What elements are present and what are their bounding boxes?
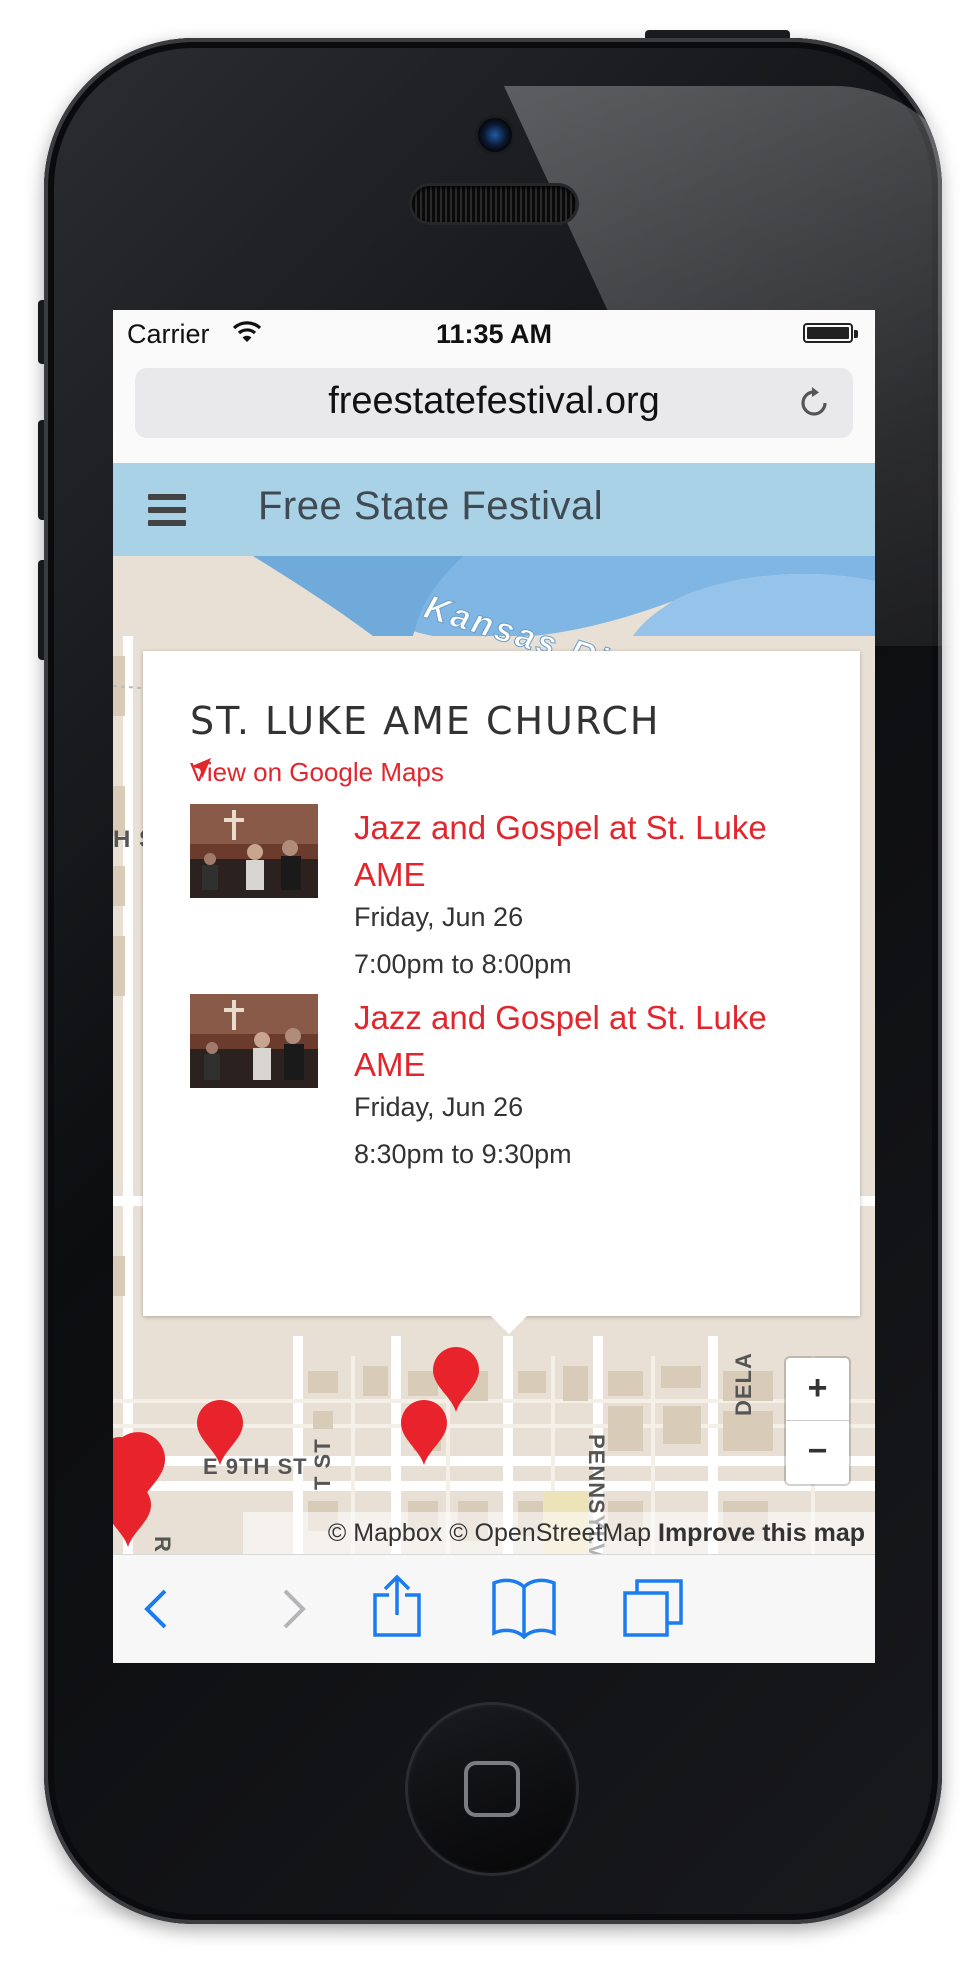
earpiece-speaker bbox=[412, 186, 576, 222]
event-date: Friday, Jun 26 bbox=[354, 1092, 524, 1122]
zoom-out-button[interactable]: − bbox=[786, 1421, 849, 1483]
popup-pointer bbox=[491, 1316, 527, 1334]
street-label-t-st: T ST bbox=[310, 1438, 335, 1490]
event-title[interactable]: Jazz and Gospel at St. Luke AME bbox=[354, 804, 824, 898]
mapbox-attribution[interactable]: © Mapbox bbox=[328, 1519, 442, 1547]
front-camera bbox=[478, 118, 512, 152]
improve-map-link[interactable]: Improve this map bbox=[658, 1519, 865, 1547]
location-arrow-icon bbox=[191, 758, 211, 778]
event-time: 7:00pm to 8:00pm bbox=[354, 949, 572, 979]
book-icon[interactable] bbox=[491, 1575, 557, 1639]
hamburger-menu-icon[interactable] bbox=[148, 494, 186, 526]
map-view[interactable]: Kansas River H S E 9TH ST RHODE T ST PEN… bbox=[113, 556, 875, 1554]
google-maps-link-label[interactable]: View on Google Maps bbox=[190, 757, 444, 787]
home-square-icon bbox=[464, 1761, 520, 1817]
home-button[interactable] bbox=[408, 1705, 576, 1873]
share-icon[interactable] bbox=[367, 1573, 427, 1639]
status-time: 11:35 AM bbox=[435, 319, 553, 349]
event-thumbnail[interactable] bbox=[190, 804, 318, 898]
zoom-control: + − bbox=[786, 1358, 849, 1484]
venue-popup: ST. LUKE AME CHURCH View on Google Maps bbox=[143, 651, 860, 1334]
osm-attribution[interactable]: © OpenStreetMap bbox=[449, 1519, 651, 1547]
event-time: 8:30pm to 9:30pm bbox=[354, 1139, 572, 1169]
google-maps-link[interactable]: View on Google Maps bbox=[190, 757, 444, 788]
site-header: Free State Festival bbox=[113, 463, 875, 557]
street-label-dela: DELA bbox=[731, 1352, 756, 1416]
status-bar: Carrier 11:35 AM bbox=[113, 310, 875, 356]
browser-toolbar bbox=[113, 1554, 875, 1663]
battery-icon bbox=[803, 323, 858, 343]
venue-name: ST. LUKE AME CHURCH bbox=[190, 699, 661, 743]
zoom-in-button[interactable]: + bbox=[786, 1358, 849, 1421]
url-text[interactable]: freestatefestival.org bbox=[135, 380, 853, 423]
map-marker-icon[interactable] bbox=[399, 1399, 449, 1467]
event-item: Jazz and Gospel at St. Luke AME Friday, … bbox=[190, 994, 830, 1194]
address-bar[interactable]: freestatefestival.org bbox=[135, 368, 853, 438]
tabs-icon[interactable] bbox=[621, 1575, 685, 1639]
event-date: Friday, Jun 26 bbox=[354, 902, 524, 932]
reload-icon[interactable] bbox=[795, 384, 833, 422]
map-attribution: © Mapbox © OpenStreetMap Improve this ma… bbox=[243, 1512, 875, 1554]
forward-chevron-icon[interactable] bbox=[263, 1581, 319, 1637]
map-marker-icon[interactable] bbox=[195, 1399, 245, 1467]
event-title[interactable]: Jazz and Gospel at St. Luke AME bbox=[354, 994, 824, 1088]
map-marker-icon[interactable] bbox=[113, 1436, 145, 1504]
site-title[interactable]: Free State Festival bbox=[258, 484, 603, 529]
phone-screen: Carrier 11:35 AM freestatefestival.org F… bbox=[113, 310, 875, 1663]
event-item: Jazz and Gospel at St. Luke AME Friday, … bbox=[190, 804, 830, 1004]
event-thumbnail[interactable] bbox=[190, 994, 318, 1088]
back-chevron-icon[interactable] bbox=[131, 1581, 187, 1637]
